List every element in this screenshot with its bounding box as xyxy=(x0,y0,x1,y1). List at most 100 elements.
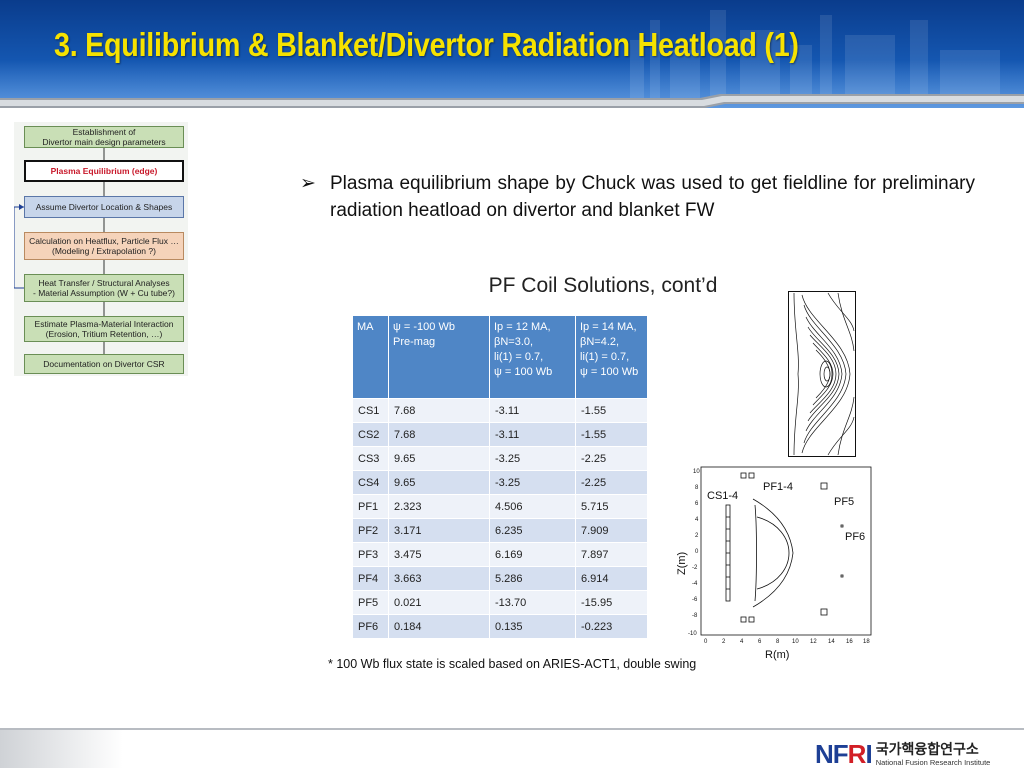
table-row: PF2 3.171 6.235 7.909 xyxy=(352,518,648,543)
pf-coil-table: MA ψ = -100 Wb Pre-mag Ip = 12 MA, βN=3.… xyxy=(352,315,648,639)
coil-label-pf5: PF5 xyxy=(834,496,854,508)
table-cell: 6.235 xyxy=(489,518,576,543)
y-tick: 8 xyxy=(695,485,699,491)
x-tick: 6 xyxy=(758,639,762,645)
table-cell: CS2 xyxy=(352,422,389,447)
flow-box-heatflux-calculation: Calculation on Heatflux, Particle Flux …… xyxy=(24,232,184,260)
table-cell: PF5 xyxy=(352,590,389,615)
y-axis-label: Z(m) xyxy=(676,552,688,575)
table-row: CS2 7.68 -3.11 -1.55 xyxy=(352,422,648,447)
table-cell: -3.25 xyxy=(489,470,576,495)
table-cell: PF4 xyxy=(352,566,389,591)
table-cell: 6.169 xyxy=(489,542,576,567)
table-cell: 2.323 xyxy=(388,494,490,519)
flow-box-label: Plasma Equilibrium (edge) xyxy=(50,166,158,176)
x-tick: 4 xyxy=(740,639,744,645)
equilibrium-flux-plot xyxy=(788,291,856,457)
pf-coil-figure: PF Coil Solutions, cont’d MA ψ = -100 Wb… xyxy=(326,268,880,674)
flow-box-heat-transfer: Heat Transfer / Structural Analyses - Ma… xyxy=(24,274,184,302)
logo-mark-i: I xyxy=(865,739,872,769)
flow-box-documentation: Documentation on Divertor CSR xyxy=(24,354,184,374)
x-tick: 14 xyxy=(828,639,835,645)
bullet-text: Plasma equilibrium shape by Chuck was us… xyxy=(330,173,975,221)
org-name-english: National Fusion Research Institute xyxy=(875,757,991,767)
org-name-korean: 국가핵융합연구소 xyxy=(875,741,979,758)
table-cell: -0.223 xyxy=(575,614,648,639)
y-tick: 6 xyxy=(695,501,699,507)
coil-label-pf1-4: PF1-4 xyxy=(763,481,793,493)
table-row: CS1 7.68 -3.11 -1.55 xyxy=(352,398,648,423)
table-header-cell: ψ = -100 Wb Pre-mag xyxy=(388,315,490,399)
flow-box-plasma-equilibrium: Plasma Equilibrium (edge) xyxy=(24,160,184,182)
table-cell: 0.021 xyxy=(388,590,490,615)
table-cell: 7.68 xyxy=(388,422,490,447)
flow-box-design-parameters: Establishment of Divertor main design pa… xyxy=(24,126,184,148)
x-axis-label: R(m) xyxy=(765,649,789,661)
table-cell: 7.909 xyxy=(575,518,648,543)
table-cell: -15.95 xyxy=(575,590,648,615)
table-cell: -1.55 xyxy=(575,422,648,447)
y-tick: -2 xyxy=(692,565,698,571)
table-cell: 0.135 xyxy=(489,614,576,639)
table-cell: PF1 xyxy=(352,494,389,519)
y-tick: -6 xyxy=(692,597,698,603)
table-cell: 3.475 xyxy=(388,542,490,567)
bullet-arrow-icon: ➢ xyxy=(300,173,316,194)
y-tick: -8 xyxy=(692,613,698,619)
y-tick: -4 xyxy=(692,581,698,587)
table-cell: -3.11 xyxy=(489,422,576,447)
table-header-row: MA ψ = -100 Wb Pre-mag Ip = 12 MA, βN=3.… xyxy=(352,315,648,399)
table-cell: -2.25 xyxy=(575,470,648,495)
slide-title: 3. Equilibrium & Blanket/Divertor Radiat… xyxy=(54,26,799,63)
y-tick: 0 xyxy=(695,549,699,555)
table-cell: 6.914 xyxy=(575,566,648,591)
table-cell: 3.171 xyxy=(388,518,490,543)
flow-box-label: Documentation on Divertor CSR xyxy=(43,359,165,369)
logo-mark: NFRI xyxy=(815,739,873,770)
table-cell: PF2 xyxy=(352,518,389,543)
pf-coil-layout-plot: 10 8 6 4 2 0 -2 -4 -6 -8 -10 0 2 4 6 8 1… xyxy=(676,466,872,661)
flow-box-divertor-location: Assume Divertor Location & Shapes xyxy=(24,196,184,218)
table-cell: PF6 xyxy=(352,614,389,639)
table-cell: -1.55 xyxy=(575,398,648,423)
table-cell: CS1 xyxy=(352,398,389,423)
table-cell: -2.25 xyxy=(575,446,648,471)
y-tick: 4 xyxy=(695,517,699,523)
flow-box-plasma-material: Estimate Plasma-Material Interaction (Er… xyxy=(24,316,184,342)
x-tick: 16 xyxy=(846,639,853,645)
x-tick: 12 xyxy=(810,639,817,645)
table-cell: 9.65 xyxy=(388,446,490,471)
table-cell: -3.11 xyxy=(489,398,576,423)
table-row: CS3 9.65 -3.25 -2.25 xyxy=(352,446,648,471)
bullet-point: ➢ Plasma equilibrium shape by Chuck was … xyxy=(300,170,980,224)
table-header-cell: Ip = 14 MA, βN=4.2, li(1) = 0.7, ψ = 100… xyxy=(575,315,648,399)
y-tick: 2 xyxy=(695,533,699,539)
x-tick: 10 xyxy=(792,639,799,645)
table-header-cell: MA xyxy=(352,315,389,399)
table-row: PF1 2.323 4.506 5.715 xyxy=(352,494,648,519)
logo-mark-nf: NF xyxy=(815,739,849,769)
table-cell: 7.68 xyxy=(388,398,490,423)
x-tick: 8 xyxy=(776,639,780,645)
table-row: PF4 3.663 5.286 6.914 xyxy=(352,566,648,591)
coil-label-cs: CS1-4 xyxy=(707,490,738,502)
table-cell: 3.663 xyxy=(388,566,490,591)
logo-mark-r: R xyxy=(847,739,867,769)
table-cell: 7.897 xyxy=(575,542,648,567)
table-cell: 0.184 xyxy=(388,614,490,639)
x-tick: 18 xyxy=(863,639,870,645)
header-divider-bar xyxy=(0,94,1024,108)
table-row: CS4 9.65 -3.25 -2.25 xyxy=(352,470,648,495)
slide-header: 3. Equilibrium & Blanket/Divertor Radiat… xyxy=(0,0,1024,108)
table-cell: 5.286 xyxy=(489,566,576,591)
flow-box-label: Assume Divertor Location & Shapes xyxy=(35,202,173,212)
table-cell: 9.65 xyxy=(388,470,490,495)
flow-box-label: Establishment of Divertor main design pa… xyxy=(42,127,166,147)
table-row: PF6 0.184 0.135 -0.223 xyxy=(352,614,648,639)
figure-footnote: * 100 Wb flux state is scaled based on A… xyxy=(328,657,697,671)
coil-label-pf6: PF6 xyxy=(845,531,865,543)
design-flowchart: Establishment of Divertor main design pa… xyxy=(14,122,188,376)
flow-box-label: Calculation on Heatflux, Particle Flux …… xyxy=(29,236,179,256)
table-cell: CS3 xyxy=(352,446,389,471)
nfri-logo: NFRI 국가핵융합연구소 National Fusion Research I… xyxy=(815,739,990,770)
